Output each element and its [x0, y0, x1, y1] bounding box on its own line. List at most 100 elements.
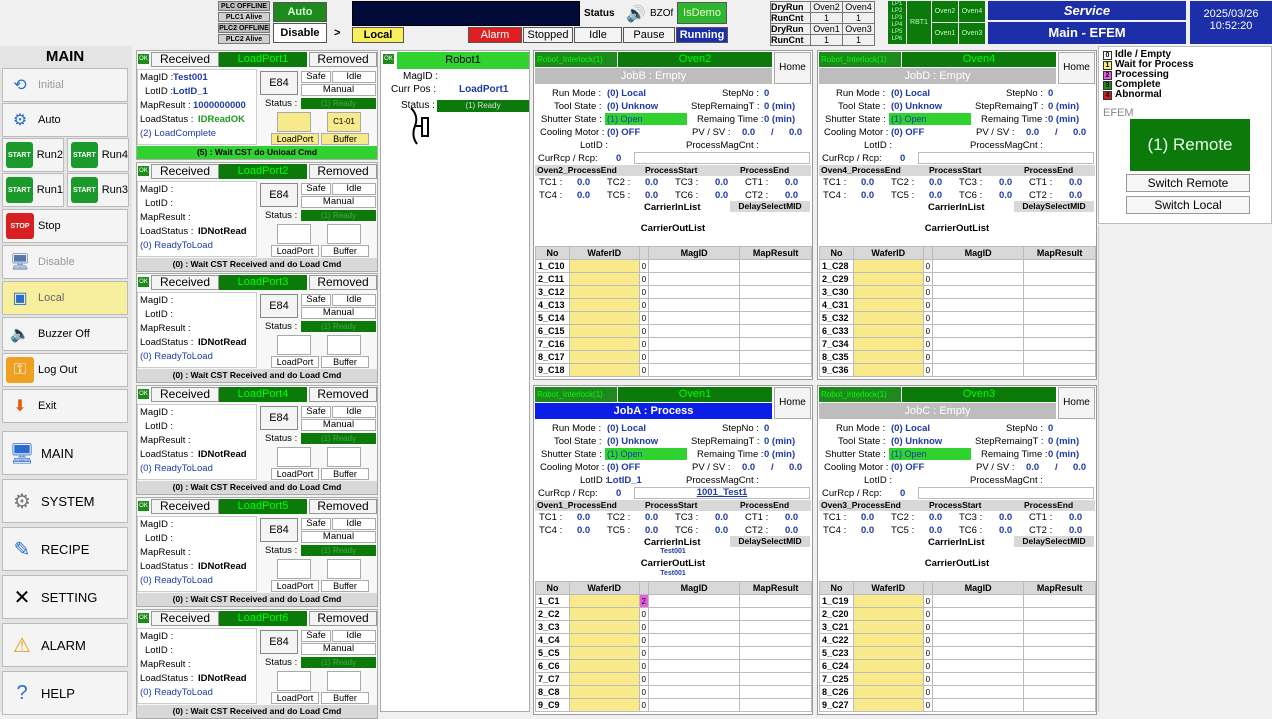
wafer-row[interactable]: 6_C6 0 [535, 659, 812, 673]
wafer-row[interactable]: 3_C21 0 [819, 620, 1096, 634]
tc-label: TC6 : [675, 525, 699, 536]
stopped-indicator: Stopped [523, 27, 573, 43]
nav-setting-button[interactable]: ✕ SETTING [2, 575, 128, 619]
home-button[interactable]: Home [1058, 52, 1095, 84]
home-button[interactable]: Home [774, 387, 811, 419]
e84-button[interactable]: E84 [260, 71, 298, 95]
wafer-row[interactable]: 5_C5 0 [535, 646, 812, 660]
disable-sidebar-button[interactable]: 🖥 Disable [2, 245, 128, 279]
wafer-row[interactable]: 4_C31 0 [819, 298, 1096, 312]
switch-local-button[interactable]: Switch Local [1126, 196, 1250, 214]
removed-button[interactable]: Removed [309, 387, 377, 402]
lotid-value: LotID_1 [607, 475, 642, 486]
wafer-row[interactable]: 7_C34 0 [819, 337, 1096, 351]
loadstatus-label: LoadStatus : [140, 561, 194, 572]
switch-remote-button[interactable]: Switch Remote [1126, 174, 1250, 192]
received-button[interactable]: Received [151, 52, 219, 67]
delay-select-button[interactable]: DelaySelectMID [1014, 201, 1094, 212]
received-button[interactable]: Received [151, 275, 219, 290]
wafer-row[interactable]: 6_C24 0 [819, 659, 1096, 673]
wafer-row[interactable]: 5_C14 0 [535, 311, 812, 325]
wafer-row[interactable]: 9_C27 0 [819, 698, 1096, 712]
wafer-row[interactable]: 1_C10 0 [535, 259, 812, 273]
tc-value: 0.0 [1069, 177, 1083, 188]
buzzer-off-button[interactable]: 🔈 Buzzer Off [2, 317, 128, 351]
pvsv-slash: / [1055, 127, 1058, 138]
auto-mode-button[interactable]: Auto [273, 2, 327, 22]
wafer-row[interactable]: 7_C25 0 [819, 672, 1096, 686]
wafer-row[interactable]: 5_C32 0 [819, 311, 1096, 325]
logout-button[interactable]: ⚿ Log Out [2, 353, 128, 387]
wafer-row[interactable]: 8_C8 0 [535, 685, 812, 699]
e84-button[interactable]: E84 [260, 518, 298, 542]
wafer-row[interactable]: 9_C18 0 [535, 363, 812, 377]
home-button[interactable]: Home [774, 52, 811, 84]
received-button[interactable]: Received [151, 387, 219, 402]
wafer-row[interactable]: 3_C12 0 [535, 285, 812, 299]
wafer-row[interactable]: 4_C4 0 [535, 633, 812, 647]
e84-button[interactable]: E84 [260, 183, 298, 207]
wafer-id [568, 620, 640, 634]
removed-button[interactable]: Removed [309, 164, 377, 179]
wafer-row[interactable]: 1_C28 0 [819, 259, 1096, 273]
received-button[interactable]: Received [151, 164, 219, 179]
wafer-row[interactable]: 8_C17 0 [535, 350, 812, 364]
wafer-row[interactable]: 9_C9 0 [535, 698, 812, 712]
rcp-cur: 0 [616, 488, 622, 499]
wafer-row[interactable]: 8_C26 0 [819, 685, 1096, 699]
wafer-row[interactable]: 6_C33 0 [819, 324, 1096, 338]
status-value: (1) Ready [301, 210, 376, 221]
nav-help-button[interactable]: ? HELP [2, 671, 128, 715]
removed-button[interactable]: Removed [309, 499, 377, 514]
nav-recipe-button[interactable]: ✎ RECIPE [2, 527, 128, 571]
disable-button[interactable]: Disable [273, 23, 327, 43]
service-banner: Service [988, 1, 1186, 20]
nav-alarm-button[interactable]: ⚠ ALARM [2, 623, 128, 667]
e84-button[interactable]: E84 [260, 294, 298, 318]
received-button[interactable]: Received [151, 611, 219, 626]
received-button[interactable]: Received [151, 499, 219, 514]
wafer-row[interactable]: 1_C1 2 [535, 594, 812, 608]
wafer-row[interactable]: 2_C29 0 [819, 272, 1096, 286]
speaker-icon[interactable]: 🔊 [626, 4, 648, 24]
wafer-row[interactable]: 2_C2 0 [535, 607, 812, 621]
initial-button[interactable]: ⟲ Initial [2, 68, 128, 102]
wafer-row[interactable]: 8_C35 0 [819, 350, 1096, 364]
safe-indicator: Safe [301, 406, 331, 418]
exit-button[interactable]: ⬇ Exit [2, 389, 128, 423]
wafer-state: 0 [638, 633, 649, 647]
wafer-row[interactable]: 2_C11 0 [535, 272, 812, 286]
removed-button[interactable]: Removed [309, 52, 377, 67]
wafer-row[interactable]: 7_C16 0 [535, 337, 812, 351]
removed-button[interactable]: Removed [309, 275, 377, 290]
wafer-row[interactable]: 4_C13 0 [535, 298, 812, 312]
run2-button[interactable]: START Run2 [2, 138, 64, 172]
wafer-row[interactable]: 3_C3 0 [535, 620, 812, 634]
delay-select-button[interactable]: DelaySelectMID [730, 536, 810, 547]
wafer-mapresult [1023, 646, 1096, 660]
delay-select-button[interactable]: DelaySelectMID [1014, 536, 1094, 547]
local-indicator: Local [352, 27, 404, 43]
home-button[interactable]: Home [1058, 387, 1095, 419]
delay-select-button[interactable]: DelaySelectMID [730, 201, 810, 212]
stop-button[interactable]: STOP Stop [2, 209, 128, 243]
e84-button[interactable]: E84 [260, 630, 298, 654]
run4-button[interactable]: START Run4 [67, 138, 129, 172]
removed-button[interactable]: Removed [309, 611, 377, 626]
wafer-row[interactable]: 7_C7 0 [535, 672, 812, 686]
wafer-row[interactable]: 5_C23 0 [819, 646, 1096, 660]
wafer-row[interactable]: 9_C36 0 [819, 363, 1096, 377]
wafer-row[interactable]: 4_C22 0 [819, 633, 1096, 647]
nav-main-button[interactable]: 🖥 MAIN [2, 431, 128, 475]
e84-button[interactable]: E84 [260, 406, 298, 430]
wafer-row[interactable]: 1_C19 0 [819, 594, 1096, 608]
wafer-state: 0 [638, 363, 650, 377]
wafer-row[interactable]: 2_C20 0 [819, 607, 1096, 621]
wafer-row[interactable]: 3_C30 0 [819, 285, 1096, 299]
nav-system-button[interactable]: ⚙ SYSTEM [2, 479, 128, 523]
wafer-row[interactable]: 6_C15 0 [535, 324, 812, 338]
run3-button[interactable]: START Run3 [67, 173, 129, 207]
auto-button[interactable]: ⚙ Auto [2, 103, 128, 137]
local-button[interactable]: ▣ Local [2, 281, 128, 315]
run1-button[interactable]: START Run1 [2, 173, 64, 207]
